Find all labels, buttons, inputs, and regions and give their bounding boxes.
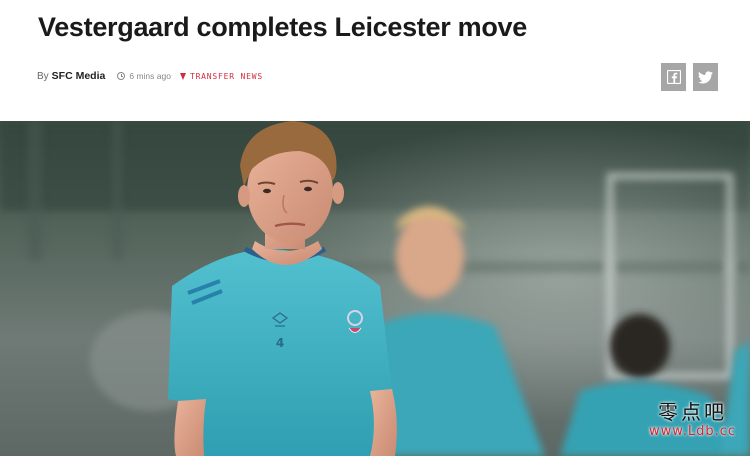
watermark-url: www.Ldb.cc — [648, 424, 736, 439]
timestamp-text: 6 mins ago — [129, 71, 171, 81]
shirt-number: 4 — [276, 336, 284, 350]
article-meta: By SFC Media 6 mins ago TRANSFER NEWS — [37, 68, 263, 84]
twitter-icon — [698, 70, 713, 83]
facebook-share-button[interactable] — [661, 63, 686, 91]
category-label: TRANSFER NEWS — [189, 71, 263, 81]
watermark-chinese: 零点吧 — [657, 400, 727, 424]
category-tag[interactable]: TRANSFER NEWS — [179, 71, 263, 81]
clock-icon — [117, 72, 126, 80]
hero-photo: 4 — [0, 121, 750, 456]
article-headline: Vestergaard completes Leicester move — [38, 12, 527, 42]
flag-icon — [179, 72, 186, 80]
watermark: 零点吧 www.Ldb.cc — [649, 400, 736, 440]
timestamp: 6 mins ago — [117, 71, 171, 81]
byline-prefix: By — [37, 70, 49, 82]
author-link[interactable]: SFC Media — [52, 70, 106, 82]
twitter-share-button[interactable] — [693, 63, 718, 91]
facebook-icon — [666, 70, 681, 84]
